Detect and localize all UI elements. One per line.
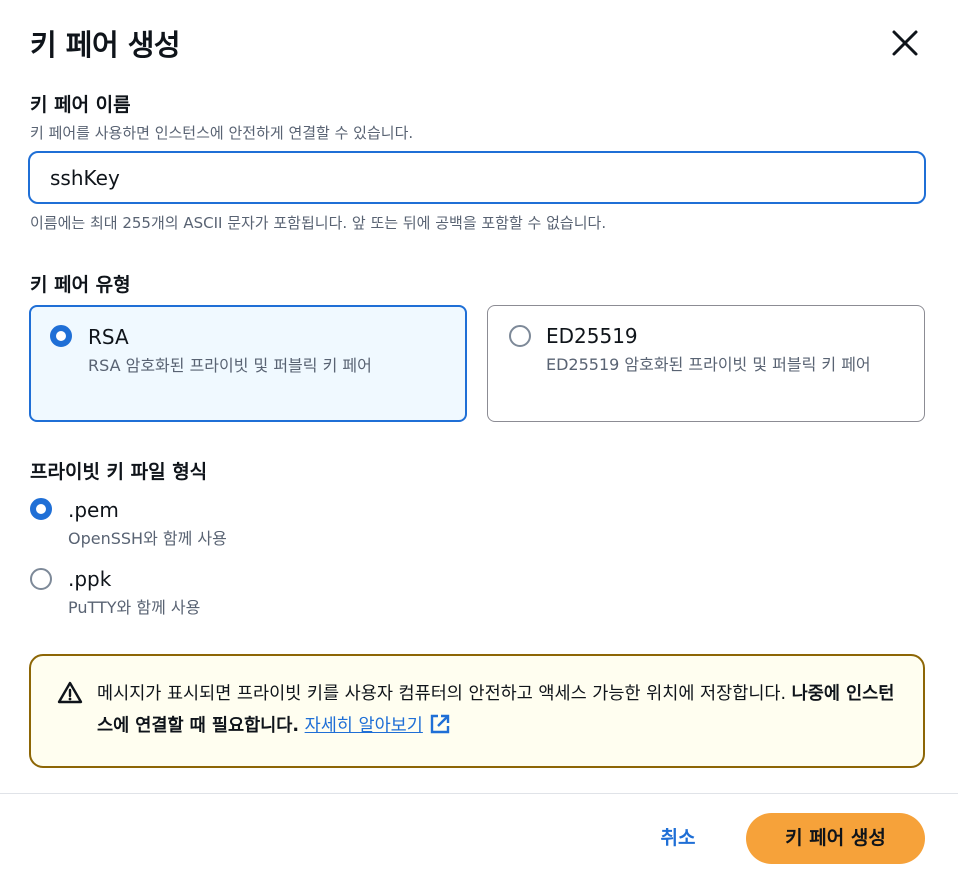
footer-divider — [0, 793, 958, 794]
ed25519-radio[interactable] — [509, 325, 531, 347]
name-field-constraint: 이름에는 최대 255개의 ASCII 문자가 포함됩니다. 앞 또는 뒤에 공… — [30, 214, 607, 232]
name-field-description: 키 페어를 사용하면 인스턴스에 안전하게 연결할 수 있습니다. — [30, 124, 414, 142]
alert-text-plain: 메시지가 표시되면 프라이빗 키를 사용자 컴퓨터의 안전하고 액세스 가능한 … — [97, 684, 792, 704]
rsa-option-description: RSA 암호화된 프라이빗 및 퍼블릭 키 페어 — [88, 356, 372, 375]
warning-icon — [57, 681, 83, 704]
ed25519-option-title: ED25519 — [546, 324, 638, 348]
rsa-radio[interactable] — [50, 325, 72, 347]
learn-more-link-text: 자세히 알아보기 — [304, 716, 423, 736]
close-icon — [892, 30, 918, 56]
file-format-label: 프라이빗 키 파일 형식 — [30, 461, 208, 483]
alert-message: 메시지가 표시되면 프라이빗 키를 사용자 컴퓨터의 안전하고 액세스 가능한 … — [97, 678, 897, 742]
pem-radio[interactable] — [30, 498, 52, 520]
ppk-radio[interactable] — [30, 568, 52, 590]
cancel-button[interactable]: 취소 — [644, 818, 712, 858]
external-link-icon[interactable] — [429, 713, 451, 735]
create-key-pair-button[interactable]: 키 페어 생성 — [746, 813, 925, 864]
dialog-title: 키 페어 생성 — [30, 28, 181, 62]
ppk-option-description: PuTTY와 함께 사용 — [68, 598, 201, 617]
pem-option-description: OpenSSH와 함께 사용 — [68, 529, 227, 548]
pem-option-title[interactable]: .pem — [68, 498, 119, 522]
warning-alert: 메시지가 표시되면 프라이빗 키를 사용자 컴퓨터의 안전하고 액세스 가능한 … — [29, 654, 925, 768]
ppk-option-title[interactable]: .ppk — [68, 567, 111, 591]
name-field-label: 키 페어 이름 — [30, 94, 131, 116]
rsa-option-title: RSA — [88, 325, 129, 349]
ed25519-option-description: ED25519 암호화된 프라이빗 및 퍼블릭 키 페어 — [546, 355, 871, 374]
learn-more-link[interactable]: 자세히 알아보기 — [305, 716, 423, 736]
create-key-pair-dialog: 키 페어 생성 키 페어 이름 키 페어를 사용하면 인스턴스에 안전하게 연결… — [0, 0, 958, 882]
key-type-option-rsa[interactable]: RSA RSA 암호화된 프라이빗 및 퍼블릭 키 페어 — [29, 305, 467, 422]
key-type-option-ed25519[interactable]: ED25519 ED25519 암호화된 프라이빗 및 퍼블릭 키 페어 — [487, 305, 925, 422]
close-button[interactable] — [888, 26, 922, 60]
key-pair-name-input[interactable] — [28, 151, 926, 204]
key-type-label: 키 페어 유형 — [30, 274, 131, 296]
